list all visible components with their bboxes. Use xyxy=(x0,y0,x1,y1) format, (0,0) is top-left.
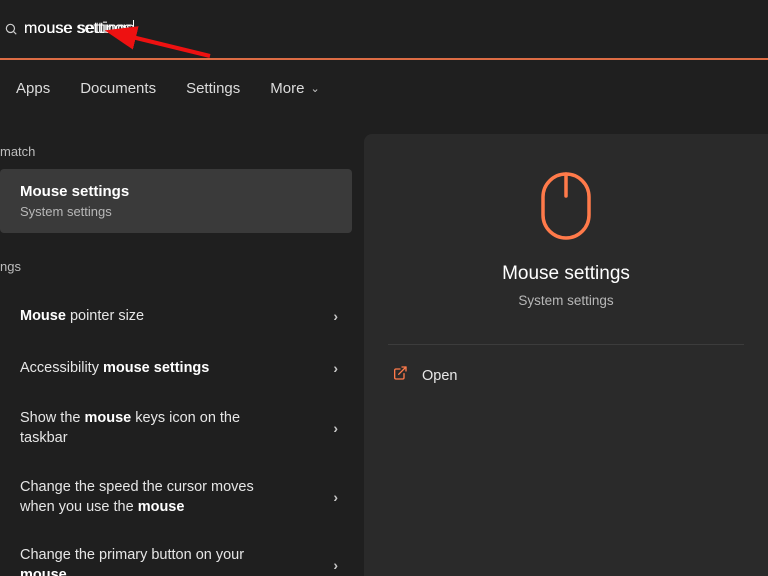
chevron-right-icon: › xyxy=(333,360,338,376)
search-icon xyxy=(0,22,18,36)
result-show-mouse-keys-icon[interactable]: Show the mouse keys icon on the taskbar … xyxy=(0,394,360,463)
search-input[interactable] xyxy=(18,14,768,44)
tab-settings[interactable]: Settings xyxy=(186,80,240,97)
accent-underline xyxy=(0,58,768,60)
result-accessibility-mouse-settings[interactable]: Accessibility mouse settings › xyxy=(0,342,360,394)
chevron-right-icon: › xyxy=(333,420,338,436)
result-primary-button[interactable]: Change the primary button on your mouse … xyxy=(0,531,360,576)
tab-more[interactable]: More ⌄ xyxy=(270,80,319,97)
tab-apps[interactable]: Apps xyxy=(16,80,50,97)
best-match-subtitle: System settings xyxy=(20,204,336,219)
result-cursor-speed[interactable]: Change the speed the cursor moves when y… xyxy=(0,463,360,532)
mouse-icon xyxy=(538,170,594,247)
chevron-right-icon: › xyxy=(333,489,338,505)
preview-panel: Mouse settings System settings Open xyxy=(364,134,768,576)
best-match-title: Mouse settings xyxy=(20,183,336,200)
tab-more-label: More xyxy=(270,80,304,97)
chevron-down-icon: ⌄ xyxy=(310,82,319,95)
preview-subtitle: System settings xyxy=(518,293,613,308)
results-column: match Mouse settings System settings ngs… xyxy=(0,134,360,576)
open-label: Open xyxy=(422,368,457,384)
settings-group-heading: ngs xyxy=(0,251,360,284)
chevron-right-icon: › xyxy=(333,557,338,573)
best-match-item[interactable]: Mouse settings System settings xyxy=(0,169,352,233)
best-match-heading: match xyxy=(0,136,360,169)
preview-title: Mouse settings xyxy=(502,263,630,285)
chevron-right-icon: › xyxy=(333,308,338,324)
search-filter-tabs: Apps Documents Settings More ⌄ xyxy=(0,60,768,119)
result-mouse-pointer-size[interactable]: Mouse pointer size › xyxy=(0,290,360,342)
search-bar: mouse settings xyxy=(0,0,768,58)
open-external-icon xyxy=(392,365,408,386)
settings-results-list: Mouse pointer size › Accessibility mouse… xyxy=(0,290,360,576)
open-action[interactable]: Open xyxy=(364,345,768,406)
tab-documents[interactable]: Documents xyxy=(80,80,156,97)
